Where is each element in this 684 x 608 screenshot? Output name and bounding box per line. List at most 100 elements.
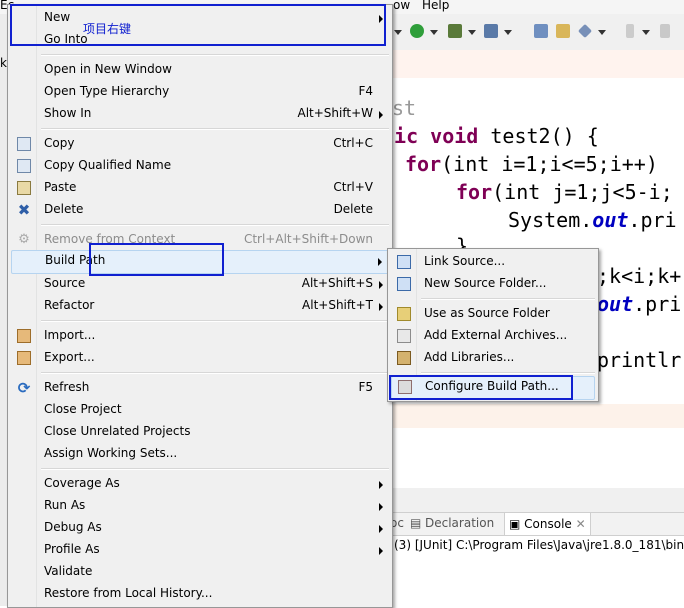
annotation-label: 项目右键 bbox=[83, 22, 132, 36]
external-tools-icon[interactable] bbox=[484, 24, 498, 38]
submenu-item-add-libraries[interactable]: Add Libraries... bbox=[391, 347, 595, 369]
menu-separator bbox=[41, 320, 389, 322]
menu-item-run-as[interactable]: Run As bbox=[11, 495, 389, 517]
current-line-highlight bbox=[392, 404, 684, 428]
new-package-icon[interactable] bbox=[534, 24, 548, 38]
menu-item-close-unrelated-projects[interactable]: Close Unrelated Projects bbox=[11, 421, 389, 443]
submenu-item-use-as-source-folder[interactable]: Use as Source Folder bbox=[391, 303, 595, 325]
menu-separator bbox=[41, 372, 389, 374]
dropdown-arrow-icon[interactable] bbox=[394, 30, 402, 35]
open-folder-icon[interactable] bbox=[556, 24, 570, 38]
code-line-3: for(int i=1;i<=5;i++) bbox=[405, 152, 658, 176]
coverage-icon[interactable] bbox=[448, 24, 462, 38]
console-view[interactable]: (3) [JUnit] C:\Program Files\Java\jre1.8… bbox=[392, 536, 684, 606]
menu-item-copy-qualified-name[interactable]: Copy Qualified Name bbox=[11, 155, 389, 177]
code-line-2: lic void test2() { bbox=[382, 124, 599, 148]
close-icon[interactable]: ✕ bbox=[572, 517, 586, 531]
import-icon bbox=[17, 329, 31, 343]
pen-icon[interactable] bbox=[577, 23, 593, 39]
console-tab-label: Console bbox=[524, 517, 572, 531]
run-dropdown-icon[interactable] bbox=[430, 30, 438, 35]
menu-item-paste[interactable]: Paste Ctrl+V bbox=[11, 177, 389, 199]
main-toolbar bbox=[392, 14, 684, 51]
menu-item-shortcut: Ctrl+C bbox=[333, 136, 373, 150]
menu-item-label: New Source Folder... bbox=[424, 276, 547, 290]
menu-item-open-type-hierarchy[interactable]: Open Type Hierarchy F4 bbox=[11, 81, 389, 103]
menu-item-shortcut: Alt+Shift+W bbox=[297, 106, 374, 120]
editor-bottom-bar bbox=[392, 488, 684, 512]
menu-separator bbox=[421, 372, 595, 374]
delete-icon: ✖ bbox=[17, 201, 31, 219]
menu-item-label: Add External Archives... bbox=[424, 328, 568, 342]
copy-qualified-name-icon bbox=[17, 159, 31, 173]
menu-separator bbox=[41, 468, 389, 470]
menu-item-import[interactable]: Import... bbox=[11, 325, 389, 347]
menu-item-assign-working-sets[interactable]: Assign Working Sets... bbox=[11, 443, 389, 465]
menu-item-refresh[interactable]: ⟳ Refresh F5 bbox=[11, 377, 389, 399]
menu-separator bbox=[41, 54, 389, 56]
menu-item-label: Use as Source Folder bbox=[424, 306, 550, 320]
code-line-4: for(int j=1;j<5-i; bbox=[456, 180, 673, 204]
menu-item-close-project[interactable]: Close Project bbox=[11, 399, 389, 421]
link-source-icon bbox=[397, 255, 411, 269]
menubar-fragment-window[interactable]: ow bbox=[393, 0, 410, 12]
tab-declaration[interactable]: Declaration bbox=[425, 516, 494, 530]
menu-item-copy[interactable]: Copy Ctrl+C bbox=[11, 133, 389, 155]
bottom-views-tabs: oc ▤ Declaration ▣ Console ✕ bbox=[390, 512, 684, 536]
left-panel-fragment: k bbox=[0, 56, 7, 70]
menu-item-label: Coverage As bbox=[44, 476, 120, 490]
menu-item-label: Debug As bbox=[44, 520, 102, 534]
menu-item-label: Copy Qualified Name bbox=[44, 158, 172, 172]
declaration-icon: ▤ bbox=[410, 516, 422, 530]
navigate-dropdown-icon[interactable] bbox=[642, 30, 650, 35]
menu-item-label: Export... bbox=[44, 350, 95, 364]
menu-item-label: Close Unrelated Projects bbox=[44, 424, 191, 438]
menu-item-coverage-as[interactable]: Coverage As bbox=[11, 473, 389, 495]
menu-item-debug-as[interactable]: Debug As bbox=[11, 517, 389, 539]
menu-item-label: Add Libraries... bbox=[424, 350, 515, 364]
menu-item-restore-local-history[interactable]: Restore from Local History... bbox=[11, 583, 389, 605]
submenu-item-new-source-folder[interactable]: New Source Folder... bbox=[391, 273, 595, 295]
menu-item-shortcut: F4 bbox=[358, 84, 373, 98]
submenu-arrow-icon bbox=[379, 281, 383, 289]
menu-item-label: Paste bbox=[44, 180, 77, 194]
submenu-item-link-source[interactable]: Link Source... bbox=[391, 251, 595, 273]
menu-separator bbox=[421, 298, 595, 300]
submenu-item-add-external-archives[interactable]: Add External Archives... bbox=[391, 325, 595, 347]
menubar-help[interactable]: Help bbox=[422, 0, 449, 12]
submenu-arrow-icon bbox=[379, 503, 383, 511]
code-line-7: ;k<i;k+ bbox=[597, 264, 682, 288]
menu-item-validate[interactable]: Validate bbox=[11, 561, 389, 583]
back-icon[interactable] bbox=[660, 24, 670, 38]
menu-item-label: Profile As bbox=[44, 542, 100, 556]
tab-console[interactable]: ▣ Console ✕ bbox=[504, 513, 591, 535]
menu-item-profile-as[interactable]: Profile As bbox=[11, 539, 389, 561]
pen-dropdown-icon[interactable] bbox=[598, 30, 606, 35]
menu-item-refactor[interactable]: Refactor Alt+Shift+T bbox=[11, 295, 389, 317]
menu-item-show-in[interactable]: Show In Alt+Shift+W bbox=[11, 103, 389, 125]
menu-item-shortcut: Ctrl+V bbox=[333, 180, 373, 194]
coverage-dropdown-icon[interactable] bbox=[468, 30, 476, 35]
code-line-8: out.pri bbox=[597, 292, 682, 316]
menu-item-shortcut: F5 bbox=[358, 380, 373, 394]
menu-item-open-new-window[interactable]: Open in New Window bbox=[11, 59, 389, 81]
navigate-down-icon[interactable] bbox=[626, 24, 634, 38]
annotation-box-configure-build-path bbox=[389, 375, 573, 400]
submenu-arrow-icon bbox=[379, 481, 383, 489]
external-tools-dropdown-icon[interactable] bbox=[504, 30, 512, 35]
menu-item-label: Copy bbox=[44, 136, 75, 150]
export-icon bbox=[17, 351, 31, 365]
annotation-box-build-path bbox=[89, 243, 224, 276]
remove-context-icon: ⚙ bbox=[18, 232, 30, 247]
code-line-1: st bbox=[392, 96, 417, 120]
code-line-9: printlr bbox=[597, 348, 682, 372]
menu-item-source[interactable]: Source Alt+Shift+S bbox=[11, 273, 389, 295]
menu-item-export[interactable]: Export... bbox=[11, 347, 389, 369]
source-folder-icon bbox=[397, 307, 411, 321]
menu-item-label: Run As bbox=[44, 498, 86, 512]
menu-item-delete[interactable]: ✖ Delete Delete bbox=[11, 199, 389, 221]
refresh-icon: ⟳ bbox=[17, 379, 31, 397]
menu-item-label: Refactor bbox=[44, 298, 95, 312]
menu-item-label: Open in New Window bbox=[44, 62, 172, 76]
run-icon[interactable] bbox=[410, 24, 424, 38]
